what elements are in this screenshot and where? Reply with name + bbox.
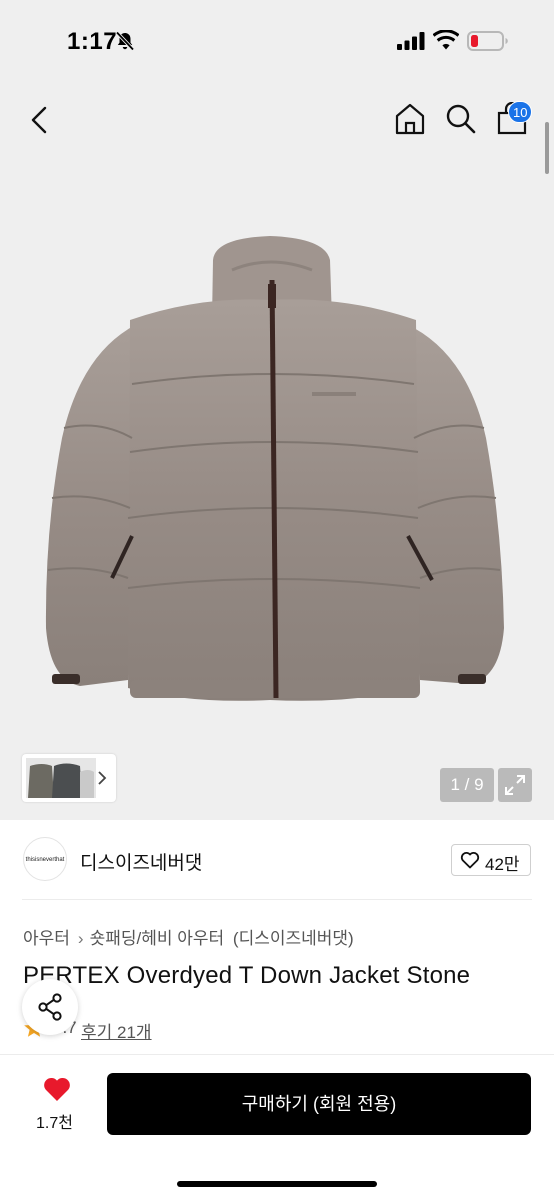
scrollbar[interactable] [545,122,549,174]
product-title: PERTEX Overdyed T Down Jacket Stone [23,962,471,989]
brand-like-button[interactable]: 42만 [451,844,531,876]
wish-count: 1.7천 [36,1115,73,1132]
brand-like-count: 42만 [485,855,520,874]
buy-button[interactable]: 구매하기 (회원 전용) [107,1073,531,1135]
status-bar: 1:17 [0,0,554,88]
chevron-right-icon[interactable] [97,770,107,791]
cart-count-badge: 10 [508,101,533,123]
bell-slash-icon [115,31,135,51]
divider [22,899,532,900]
wifi-icon [433,30,459,50]
product-image-gallery[interactable] [0,88,554,820]
signal-icon [397,32,425,50]
chevron-right-icon: › [77,929,84,948]
expand-icon[interactable] [498,768,532,802]
breadcrumb: 아우터 › 숏패딩/헤비 아우터 (디스이즈네버댓) [23,924,354,949]
brand-name[interactable]: 디스이즈네버댓 [80,848,202,875]
home-icon[interactable] [393,102,427,136]
breadcrumb-subcategory[interactable]: 숏패딩/헤비 아우터 [90,924,225,949]
back-button[interactable] [26,104,54,136]
heart-outline-icon [460,852,480,869]
brand-logo[interactable]: thisisneverthat [23,837,67,881]
battery-low-icon [467,31,508,51]
breadcrumb-brand[interactable]: (디스이즈네버댓) [233,924,354,949]
product-image [45,236,504,701]
status-time: 1:17 [67,28,118,55]
share-icon [38,993,62,1021]
review-link[interactable]: 후기 21개 [81,1018,152,1043]
search-icon[interactable] [445,103,477,135]
gallery-pager: 1 / 9 [440,768,494,802]
breadcrumb-category[interactable]: 아우터 [23,924,70,949]
thumbnail-image[interactable] [26,758,96,798]
heart-filled-icon[interactable] [42,1076,72,1103]
share-button[interactable] [22,979,78,1035]
home-indicator [177,1181,377,1187]
